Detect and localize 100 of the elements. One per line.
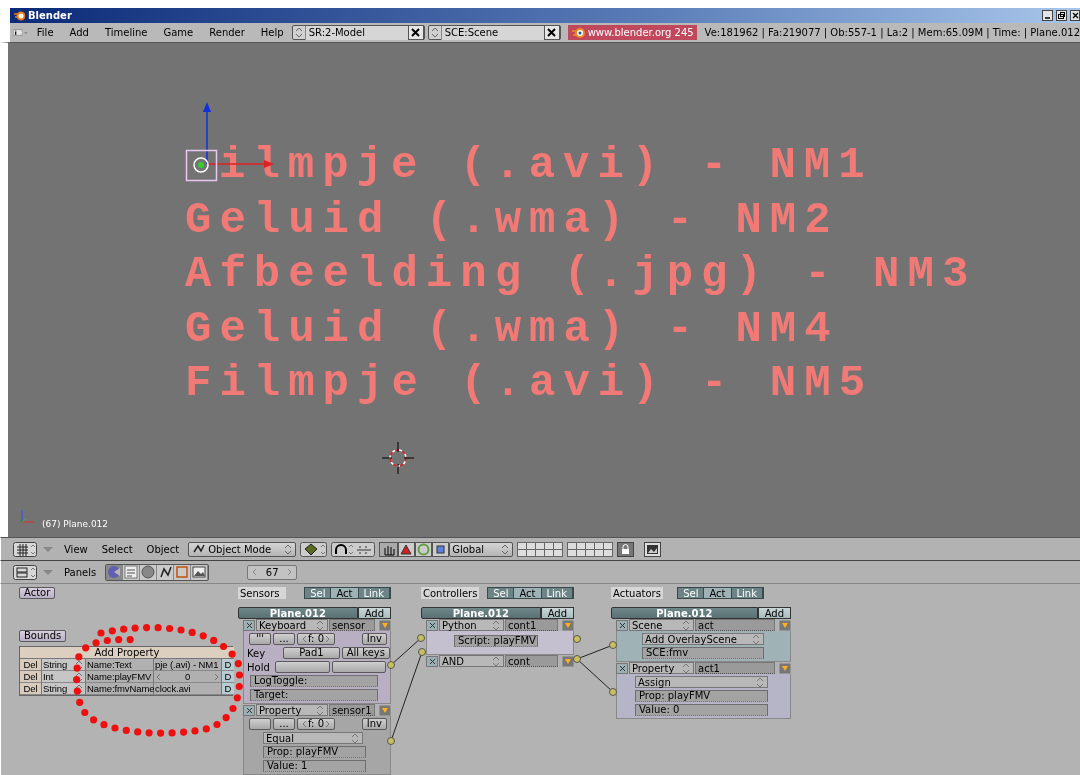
brick-name-field[interactable]: sensor1	[329, 704, 375, 716]
frequency-field[interactable]: f: 0	[297, 718, 335, 730]
link-socket[interactable]	[573, 655, 581, 663]
all-keys-button[interactable]: All keys	[341, 647, 390, 659]
debug-button[interactable]: D	[222, 683, 234, 695]
brick-name-field[interactable]: cont1	[505, 619, 558, 631]
screen-field[interactable]: SR:2-Model	[304, 25, 408, 40]
grid-view-icon[interactable]	[13, 541, 37, 557]
link-socket[interactable]	[387, 661, 395, 669]
debug-button[interactable]: D	[222, 659, 234, 671]
mode-dropdown[interactable]: Object Mode	[188, 541, 297, 557]
value-field[interactable]: Value: 0	[635, 704, 768, 716]
brick-name-field[interactable]: sensor	[329, 619, 375, 631]
scene-tab[interactable]	[191, 564, 209, 580]
delete-icon[interactable]	[410, 27, 422, 38]
name-field[interactable]: Name:fmvName	[86, 683, 154, 695]
pulse-button[interactable]	[249, 718, 271, 730]
delete-button[interactable]: Del	[20, 683, 42, 695]
menu-item[interactable]: Render	[209, 27, 245, 38]
pulse-button[interactable]: ...	[273, 718, 295, 730]
brick-type-dropdown[interactable]: Property	[256, 704, 328, 716]
logic-tab[interactable]	[106, 564, 124, 580]
pivot-icon[interactable]	[331, 541, 376, 557]
name-field[interactable]: Name:Text	[86, 659, 154, 671]
shading-tab[interactable]	[140, 564, 158, 580]
close-icon[interactable]	[1070, 10, 1080, 21]
script-tab[interactable]	[123, 564, 141, 580]
mode-dropdown[interactable]: Equal	[263, 732, 363, 744]
brick-type-dropdown[interactable]: Keyboard	[256, 619, 328, 631]
brick-name-field[interactable]: cont	[505, 655, 558, 667]
scene-field[interactable]: SCE:fmv	[642, 647, 764, 659]
filter-toggle[interactable]: Link	[541, 588, 573, 598]
expand-toggle-icon[interactable]	[779, 619, 791, 631]
buttons-window-icon[interactable]	[13, 564, 37, 580]
expand-toggle-icon[interactable]	[562, 655, 574, 667]
brick-type-dropdown[interactable]: Property	[629, 662, 694, 674]
target-field[interactable]: Target:	[250, 689, 378, 701]
frequency-field[interactable]: f: 0	[297, 633, 335, 645]
value-field[interactable]: Value: 1	[263, 760, 366, 772]
brick-type-dropdown[interactable]: Scene	[629, 619, 694, 631]
lock-icon[interactable]	[617, 541, 635, 557]
brick-name-field[interactable]: act1	[695, 662, 775, 674]
expand-toggle-icon[interactable]	[379, 619, 391, 631]
script-field[interactable]: Script: playFMV	[454, 635, 538, 647]
add-property-button[interactable]: Add Property	[20, 647, 234, 659]
brick-type-dropdown[interactable]: Python	[439, 619, 504, 631]
filter-toggle[interactable]: Act	[331, 588, 359, 598]
minimize-icon[interactable]	[1042, 10, 1053, 21]
layer-buttons[interactable]	[567, 541, 614, 557]
menu-item[interactable]: File	[36, 27, 54, 38]
property-field[interactable]: Prop: playFMV	[263, 746, 366, 758]
actor-button[interactable]: Actor	[19, 587, 56, 599]
menu-item[interactable]: Help	[260, 27, 284, 38]
delete-button[interactable]: Del	[20, 671, 42, 683]
pulse-button[interactable]: ...	[273, 633, 295, 645]
scene-field[interactable]: SCE:Scene	[440, 25, 544, 40]
panels-menu[interactable]: Panels	[64, 566, 97, 578]
invert-button[interactable]: Inv	[361, 718, 387, 730]
menu-item[interactable]: Object	[146, 543, 180, 555]
hold-key-button[interactable]	[331, 661, 386, 673]
draw-type-icon[interactable]	[300, 541, 328, 557]
invert-button[interactable]: Inv	[361, 633, 387, 645]
menu-item[interactable]: Add	[69, 27, 89, 38]
debug-button[interactable]: D	[222, 671, 234, 683]
filter-toggle[interactable]: Act	[514, 588, 542, 598]
menu-item[interactable]: Timeline	[104, 27, 148, 38]
bounds-button[interactable]: Bounds	[19, 630, 67, 642]
menu-item[interactable]: View	[64, 543, 88, 555]
delete-icon[interactable]	[546, 27, 558, 38]
property-field[interactable]: Prop: playFMV	[635, 690, 768, 702]
expand-toggle-icon[interactable]	[779, 662, 791, 674]
filter-toggle[interactable]: Sel	[305, 588, 332, 598]
pulse-button[interactable]: '''	[249, 633, 271, 645]
render-icon[interactable]	[644, 541, 662, 557]
website-link[interactable]: www.blender.org 245	[567, 25, 697, 40]
filter-toggle[interactable]: Act	[704, 588, 732, 598]
menu-item[interactable]: Game	[163, 27, 194, 38]
add-button[interactable]: Add	[540, 607, 574, 619]
restore-icon[interactable]	[1056, 10, 1067, 21]
hold-key-button[interactable]	[274, 661, 330, 673]
layer-buttons[interactable]	[517, 541, 564, 557]
orientation-dropdown[interactable]: Global	[449, 541, 514, 557]
object-tab[interactable]	[157, 564, 175, 580]
expand-toggle-icon[interactable]	[562, 619, 574, 631]
expand-toggle-icon[interactable]	[379, 704, 391, 716]
square-icon[interactable]	[432, 541, 450, 557]
filter-toggle[interactable]: Link	[358, 588, 390, 598]
link-socket[interactable]	[609, 641, 617, 649]
name-field[interactable]: Name:playFMV	[86, 671, 154, 683]
link-socket[interactable]	[573, 635, 581, 643]
add-button[interactable]: Add	[757, 607, 791, 619]
add-button[interactable]: Add	[357, 607, 391, 619]
editing-tab[interactable]	[174, 564, 192, 580]
value-field[interactable]: clock.avi	[154, 683, 222, 695]
filter-toggle[interactable]: Sel	[488, 588, 515, 598]
link-socket[interactable]	[387, 737, 395, 745]
toggle-field[interactable]: LogToggle:	[250, 675, 378, 687]
value-field[interactable]: pje (.avi) - NM1	[154, 659, 222, 671]
mode-dropdown[interactable]: Add OverlayScene	[642, 633, 764, 645]
key-button[interactable]: Pad1	[283, 647, 340, 659]
